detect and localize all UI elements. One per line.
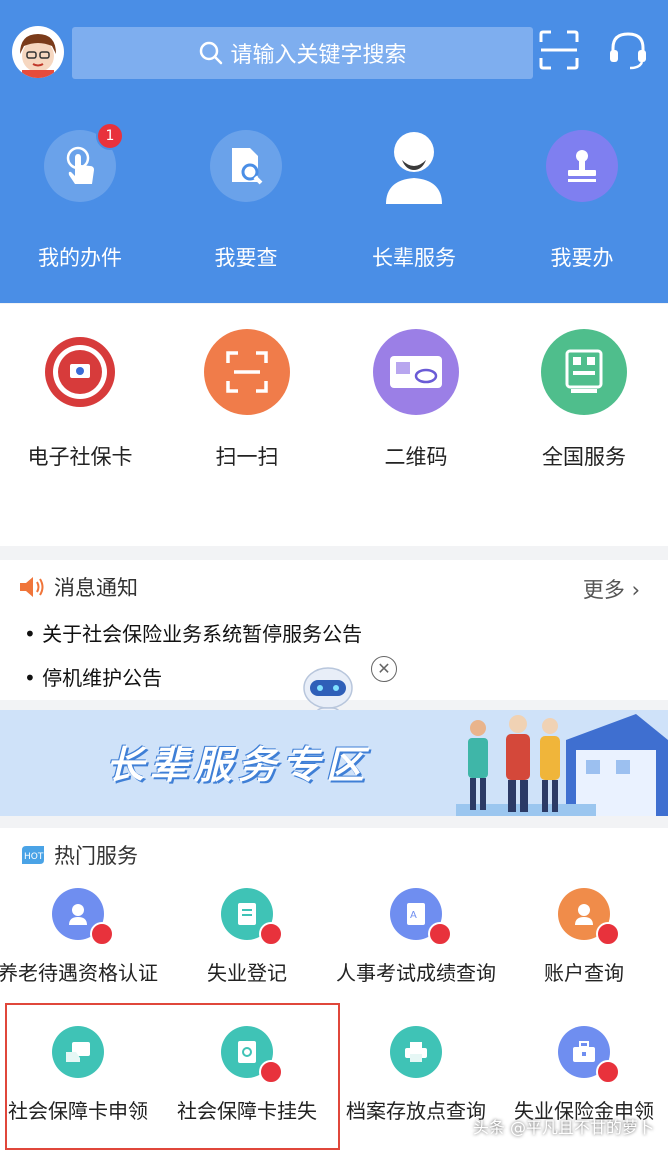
hot-exam-score[interactable]: A 人事考试成绩查询 [332, 888, 500, 986]
elder-service-banner[interactable]: 长辈服务专区 [0, 710, 668, 816]
speaker-icon [20, 577, 44, 597]
service-national[interactable]: 全国服务 [500, 329, 668, 471]
hot-label: 人事考试成绩查询 [336, 961, 496, 985]
qrcode-icon [565, 349, 603, 393]
service-scan[interactable]: 扫一扫 [163, 329, 331, 471]
printer-icon [405, 1042, 427, 1062]
avatar[interactable] [12, 26, 64, 78]
hot-unemployment-benefit[interactable]: 失业保险金申领 [500, 1026, 668, 1124]
exam-icon: A [407, 903, 425, 925]
briefcase-icon [573, 1041, 595, 1062]
hot-title-text: 热门服务 [54, 844, 138, 868]
search-placeholder: 请输入关键字搜索 [230, 43, 407, 68]
hot-pension-cert[interactable]: 养老待遇资格认证 [0, 888, 162, 986]
notice-item[interactable]: • 关于社会保险业务系统暂停服务公告 [24, 618, 362, 647]
headset-icon[interactable] [606, 28, 650, 72]
quick-my-cases[interactable]: 1 我的办件 [0, 122, 160, 272]
hand-tap-icon [66, 146, 94, 184]
scan-icon [226, 351, 268, 393]
quick-my-cases-label: 我的办件 [38, 246, 122, 270]
quick-elder-service-label: 长辈服务 [372, 246, 456, 270]
service-e-card-label: 电子社保卡 [27, 445, 133, 469]
elder-icon [386, 132, 442, 204]
hot-archive-query[interactable]: 档案存放点查询 [332, 1026, 500, 1124]
search-input[interactable]: 请输入关键字搜索 [72, 27, 533, 79]
svg-text:HOT: HOT [24, 852, 44, 862]
form-icon [238, 903, 256, 925]
badge-count: 1 [96, 122, 124, 150]
service-grid: 电子社保卡 扫一扫 二维码 全国服务 [0, 304, 668, 546]
hot-account-query[interactable]: 账户查询 [500, 888, 668, 986]
hot-title: HOT 热门服务 [20, 840, 138, 870]
quick-elder-service[interactable]: 长辈服务 [334, 130, 494, 272]
hot-unemployment-register[interactable]: 失业登记 [163, 888, 331, 986]
notice-item[interactable]: • 停机维护公告 [24, 662, 162, 691]
hot-label: 养老待遇资格认证 [0, 961, 158, 985]
search-icon [200, 41, 223, 65]
pension-icon [69, 904, 87, 925]
banner-illustration-icon [456, 714, 668, 816]
service-scan-label: 扫一扫 [215, 445, 279, 469]
notice-more-link[interactable]: 更多 › [583, 574, 640, 604]
header: 请输入关键字搜索 1 我的办件 我要查 长辈服务 我要办 [0, 0, 668, 303]
hot-label: 失业登记 [207, 961, 287, 985]
service-qrcode-label: 二维码 [384, 445, 448, 469]
service-national-label: 全国服务 [542, 445, 626, 469]
hot-icon: HOT [22, 846, 44, 864]
highlight-box [5, 1003, 340, 1150]
user-icon [575, 904, 593, 925]
notice-title: 消息通知 [18, 572, 138, 602]
svg-text:A: A [410, 910, 417, 921]
close-icon[interactable]: ✕ [371, 656, 397, 682]
document-search-icon [232, 148, 263, 185]
quick-apply-label: 我要办 [550, 246, 614, 270]
banner-title: 长辈服务专区 [106, 743, 371, 787]
hot-label: 账户查询 [544, 961, 624, 985]
quick-query-label: 我要查 [214, 246, 278, 270]
service-qrcode[interactable]: 二维码 [332, 329, 500, 471]
notice-title-text: 消息通知 [54, 576, 138, 600]
watermark: 头条 @平凡且不甘的萝卜 [472, 1118, 654, 1137]
card-icon [390, 356, 442, 388]
scan-icon[interactable] [537, 28, 581, 72]
quick-apply[interactable]: 我要办 [502, 130, 662, 272]
stamp-icon [568, 150, 596, 182]
service-e-card[interactable]: 电子社保卡 [0, 329, 164, 471]
social-security-card-icon [45, 337, 115, 407]
quick-query[interactable]: 我要查 [166, 130, 326, 272]
